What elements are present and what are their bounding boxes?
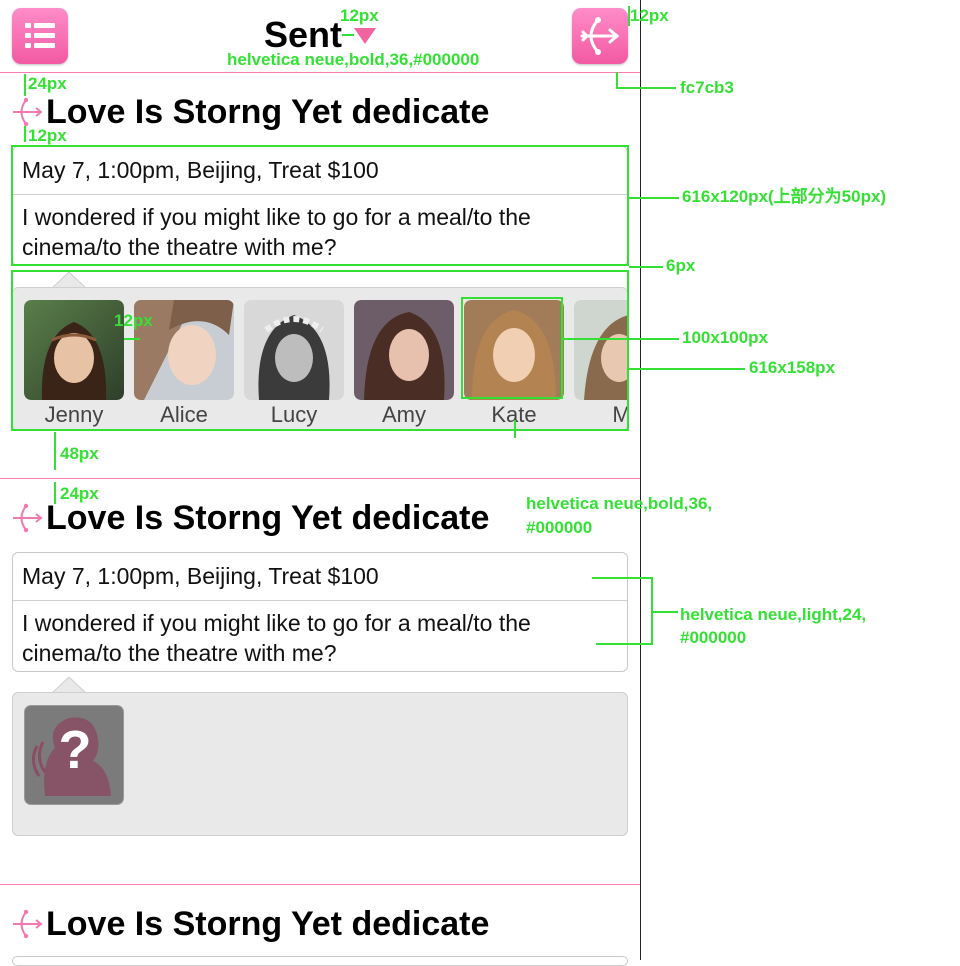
spec-line [629, 266, 663, 268]
cupid-arrow-button[interactable] [572, 8, 628, 64]
spec-annotation: 24px [28, 74, 67, 93]
spec-line [652, 611, 678, 613]
spec-annotation: 24px [60, 484, 99, 503]
spec-annotation: 48px [60, 444, 99, 463]
spec-line [24, 126, 26, 142]
unknown-mark: ? [58, 720, 92, 780]
spec-annotation: #000000 [680, 628, 747, 647]
spec-annotation: fc7cb3 [680, 78, 734, 97]
spec-annotation: 100x100px [682, 328, 769, 347]
spec-line [616, 87, 676, 89]
spec-line [342, 34, 354, 36]
spec-box [11, 145, 629, 266]
panel-pointer [52, 677, 86, 693]
event-details: May 7, 1:00pm, Beijing, Treat $100 [22, 563, 379, 589]
invitation-message: I wondered if you might like to go for a… [22, 610, 531, 666]
list-icon [25, 23, 55, 48]
card-divider [13, 600, 627, 601]
spec-line [514, 420, 516, 438]
invited-friends-panel[interactable]: ? [12, 692, 628, 836]
phone-screen: Sent Love Is Storng Yet dedicate May 7, … [0, 0, 640, 966]
spec-annotation: helvetica neue,light,24, [680, 605, 867, 624]
spec-annotation: #000000 [526, 518, 593, 537]
cupid-arrow-icon [580, 17, 620, 55]
menu-button[interactable] [12, 8, 68, 64]
section-title[interactable]: Love Is Storng Yet dedicate [46, 92, 489, 132]
spec-line [616, 72, 618, 88]
spec-line [54, 432, 56, 470]
frame-edge [640, 0, 641, 960]
spec-annotation: 12px [114, 311, 153, 330]
section-divider [0, 884, 640, 885]
spec-line [24, 74, 26, 96]
spec-annotation: 616x120px(上部分为50px) [682, 187, 887, 206]
spec-line [592, 577, 652, 579]
spec-line [629, 197, 679, 199]
spec-box [461, 297, 563, 399]
cupid-arrow-icon [13, 97, 43, 127]
spec-line [596, 643, 652, 645]
spec-line [124, 338, 140, 340]
spec-line [563, 338, 679, 340]
section-title[interactable]: Love Is Storng Yet dedicate [46, 498, 489, 538]
cupid-arrow-icon [13, 909, 43, 939]
spec-annotation: 12px [340, 6, 379, 25]
header-divider [0, 72, 640, 73]
unknown-person-icon[interactable]: ? [24, 705, 124, 805]
section-divider [0, 478, 640, 479]
cupid-arrow-icon [13, 503, 43, 533]
section-title[interactable]: Love Is Storng Yet dedicate [46, 904, 489, 944]
invitation-card[interactable]: May 7, 1:00pm, Beijing, Treat $100 I won… [12, 552, 628, 672]
spec-annotation: helvetica neue,bold,36,#000000 [227, 50, 480, 69]
spec-annotation: 12px [28, 126, 67, 145]
spec-annotation: 12px [630, 6, 669, 25]
spec-annotation: 616x158px [749, 358, 836, 377]
caret-down-icon[interactable] [354, 28, 376, 44]
spec-annotation: 6px [666, 256, 696, 275]
spec-annotation: helvetica neue,bold,36, [526, 494, 713, 513]
spec-line [54, 482, 56, 504]
spec-line [629, 368, 745, 370]
invitation-card-partial [12, 956, 628, 966]
